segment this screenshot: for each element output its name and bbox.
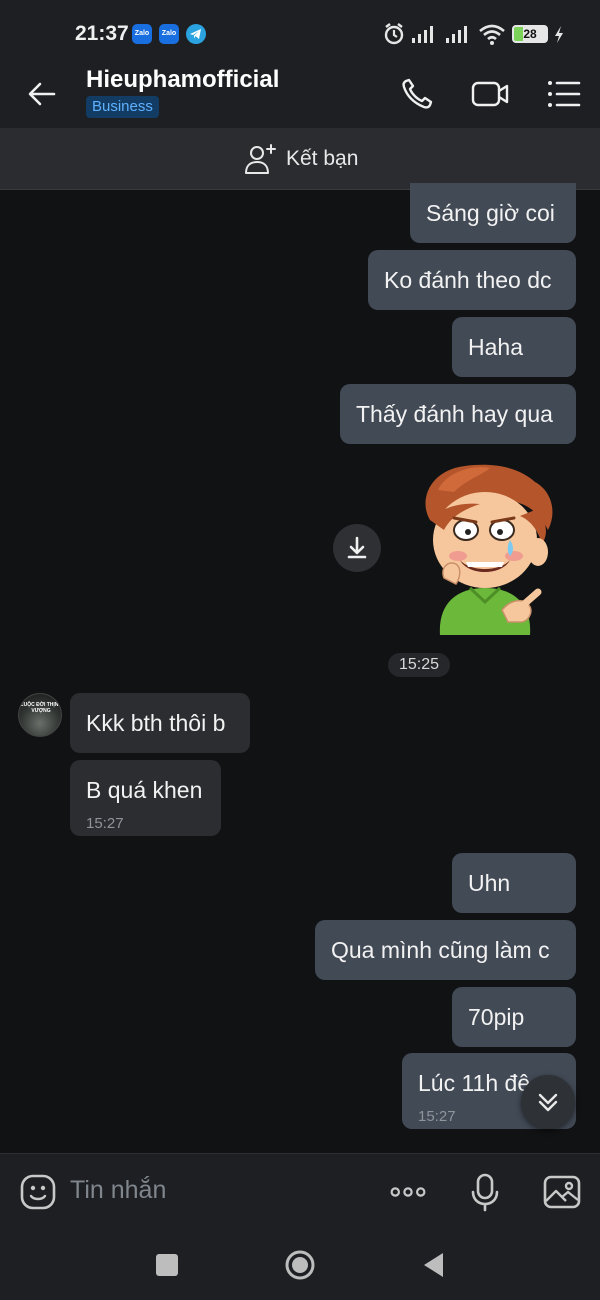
scroll-to-bottom-button[interactable]: [521, 1075, 575, 1129]
more-icon[interactable]: [388, 1172, 428, 1212]
video-call-icon[interactable]: [470, 74, 510, 114]
message-text: Lúc 11h đê: [418, 1070, 531, 1096]
zalo-icon: Zalo: [132, 24, 152, 44]
business-badge: Business: [86, 96, 159, 118]
avatar-text: CUỘC ĐỜI THỊNH VƯỢNG: [19, 702, 62, 714]
chat-screen: 21:37 Zalo Zalo 28 Hieuphamofficial Busi…: [0, 0, 600, 1300]
message-bubble-outgoing[interactable]: 70pip: [452, 987, 576, 1047]
add-friend-bar: Kết bạn: [0, 128, 600, 190]
charging-icon: [555, 26, 563, 43]
message-text: Haha: [468, 334, 523, 360]
status-time: 21:37: [75, 22, 129, 45]
double-chevron-down-icon: [538, 1093, 558, 1112]
alarm-icon: [384, 23, 404, 45]
signal-icon: [446, 26, 467, 43]
add-friend-button[interactable]: Kết bạn: [244, 142, 358, 176]
recent-apps-button[interactable]: [150, 1248, 184, 1282]
add-person-icon: [245, 144, 276, 174]
time-separator-text: 15:25: [398, 656, 440, 673]
sticker-icon[interactable]: [18, 1172, 58, 1212]
zalo-icon: Zalo: [159, 24, 179, 44]
message-bubble-incoming[interactable]: B quá khen 15:27: [70, 760, 221, 836]
message-text: B quá khen: [86, 777, 203, 803]
message-bubble-outgoing[interactable]: Ko đánh theo dc: [368, 250, 576, 310]
message-text: Qua mình cũng làm c: [331, 937, 550, 963]
battery-icon: 28: [512, 25, 548, 43]
message-bubble-incoming[interactable]: Kkk bth thôi b: [70, 693, 250, 753]
message-text: Thấy đánh hay qua: [356, 401, 553, 427]
wifi-icon: [479, 24, 505, 45]
telegram-icon: [186, 24, 206, 44]
download-icon: [347, 536, 367, 559]
message-input[interactable]: Tin nhắn: [70, 1176, 166, 1205]
message-text: Sáng giờ coi: [426, 200, 555, 226]
phone-icon[interactable]: [397, 74, 437, 114]
message-text: 70pip: [468, 1004, 525, 1030]
message-time: 15:27: [86, 815, 124, 832]
back-button[interactable]: [416, 1248, 450, 1282]
system-navigation-bar: [0, 1230, 600, 1300]
back-arrow-icon[interactable]: [26, 78, 58, 110]
message-bubble-outgoing[interactable]: Sáng giờ coi: [410, 183, 576, 243]
contact-name[interactable]: Hieuphamofficial: [86, 66, 279, 94]
message-time: 15:27: [418, 1108, 456, 1125]
home-button[interactable]: [283, 1248, 317, 1282]
signal-icon: [412, 26, 433, 43]
add-friend-label: Kết bạn: [286, 147, 359, 170]
microphone-icon[interactable]: [465, 1172, 505, 1212]
time-separator: 15:25: [388, 653, 450, 677]
chat-header: Hieuphamofficial Business: [0, 60, 600, 128]
message-bubble-outgoing[interactable]: Uhn: [452, 853, 576, 913]
menu-list-icon[interactable]: [544, 74, 584, 114]
message-input-bar: Tin nhắn: [0, 1153, 600, 1230]
message-text: Kkk bth thôi b: [86, 710, 226, 736]
message-bubble-outgoing[interactable]: Qua mình cũng làm c: [315, 920, 576, 980]
message-text: Ko đánh theo dc: [384, 267, 552, 293]
avatar[interactable]: CUỘC ĐỜI THỊNH VƯỢNG: [18, 693, 62, 737]
sticker-image[interactable]: [410, 460, 560, 635]
message-text: Uhn: [468, 870, 511, 896]
image-icon[interactable]: [542, 1172, 582, 1212]
message-bubble-outgoing[interactable]: Haha: [452, 317, 576, 377]
status-bar: 21:37 Zalo Zalo 28: [0, 0, 600, 60]
download-button[interactable]: [333, 524, 381, 572]
message-bubble-outgoing[interactable]: Thấy đánh hay qua: [340, 384, 576, 444]
